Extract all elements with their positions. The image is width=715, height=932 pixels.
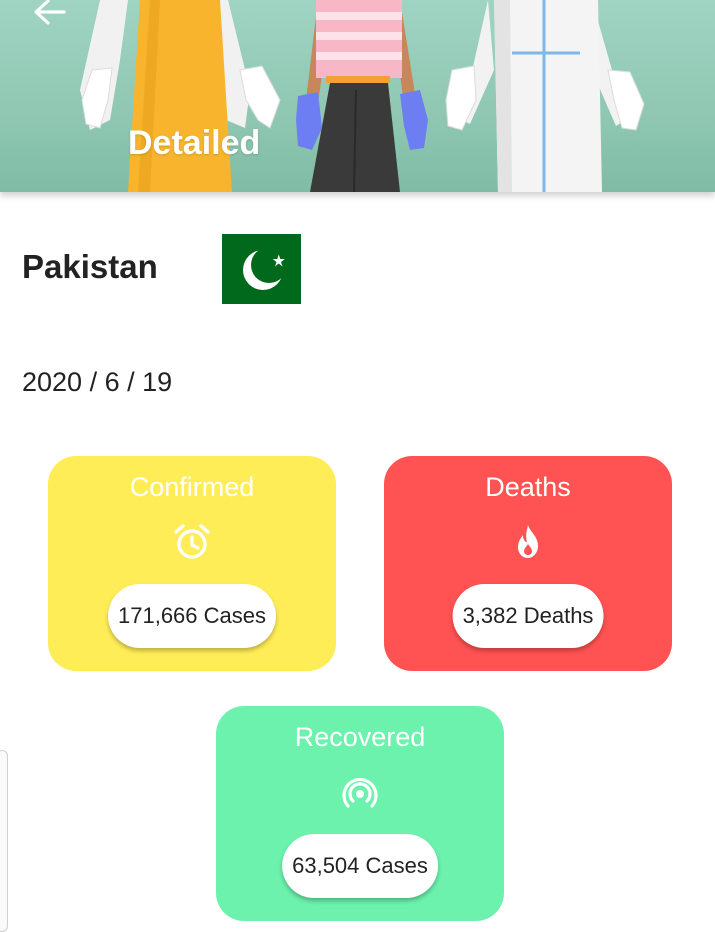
signal-broadcast-icon [342, 777, 378, 808]
confirmed-title: Confirmed [129, 472, 255, 502]
health-workers-illustration [80, 0, 645, 192]
report-date: 2020 / 6 / 19 [22, 367, 173, 397]
recovered-title: Recovered [294, 722, 426, 752]
country-name: Pakistan [22, 248, 158, 285]
recovered-value: 63,504 Cases [282, 834, 438, 898]
deaths-value: 3,382 Deaths [452, 584, 604, 648]
alarm-clock-icon [174, 524, 210, 559]
confirmed-value: 171,666 Cases [108, 584, 276, 648]
confirmed-card: Confirmed 171,666 Cases [48, 456, 336, 671]
flame-icon [518, 525, 538, 558]
recovered-card: Recovered 63,504 Cases [216, 706, 504, 921]
deaths-title: Deaths [485, 472, 571, 502]
pakistan-flag-icon [222, 234, 301, 304]
side-handle[interactable] [0, 750, 8, 932]
deaths-card: Deaths 3,382 Deaths [384, 456, 672, 671]
arrow-left-icon[interactable] [30, 0, 70, 28]
header-banner: Detailed [0, 0, 715, 192]
page-title: Detailed [128, 124, 261, 162]
